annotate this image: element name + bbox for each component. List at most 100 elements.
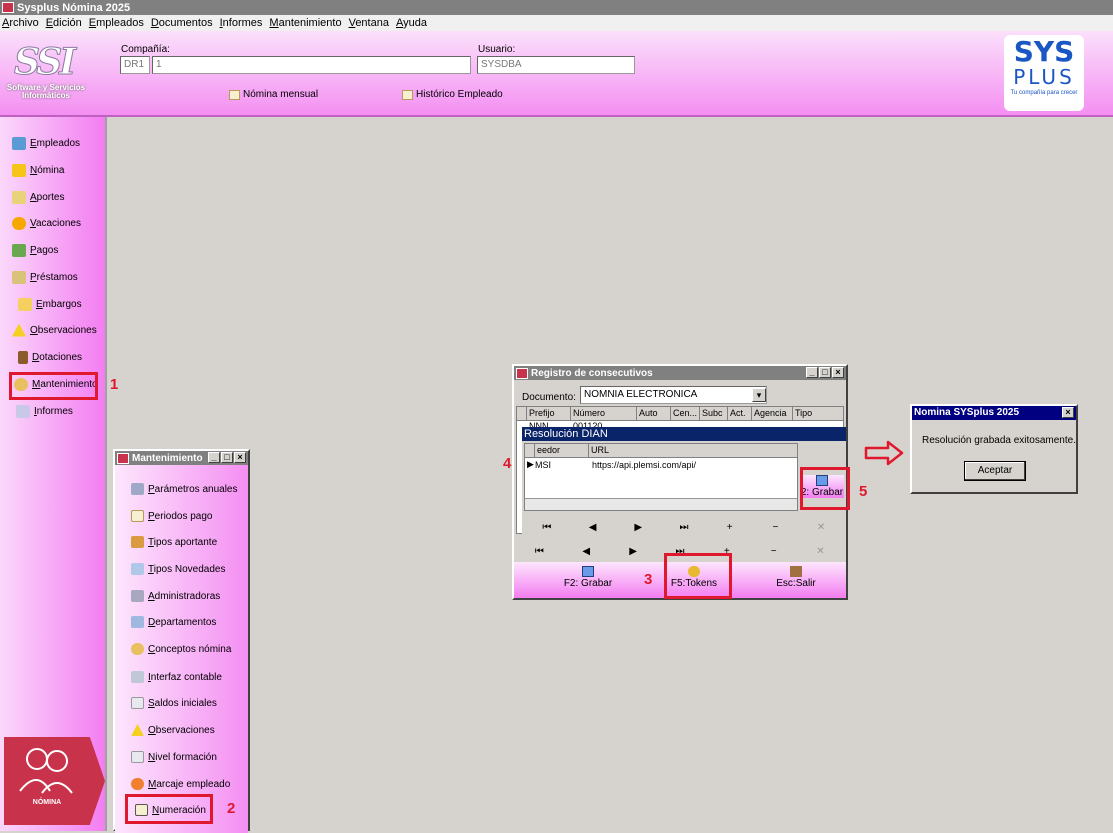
app-titlebar: Sysplus Nómina 2025 — [0, 0, 1113, 15]
dian-row-url[interactable]: https://api.plemsi.com/api/ — [592, 460, 696, 470]
contributions-icon — [12, 190, 26, 204]
mant-item-tipos-novedades[interactable]: Tipos Novedades — [131, 560, 225, 578]
company-name-field[interactable]: 1 — [152, 56, 471, 74]
menu-informes[interactable]: Informes — [220, 17, 263, 29]
mant-item-departamentos[interactable]: Departamentos — [131, 613, 216, 631]
sidebar-item-observaciones[interactable]: Observaciones — [12, 321, 97, 339]
ssi-logo-subtitle: Software y Servicios Informáticos — [6, 83, 86, 100]
col-proveedor: eedor — [535, 444, 589, 458]
ssi-logo-text: SSI — [13, 41, 76, 84]
close-icon[interactable]: × — [234, 452, 246, 463]
documento-select[interactable]: NOMNIA ELECTRONICA — [580, 386, 767, 404]
mant-item-interfaz-contable[interactable]: Interfaz contable — [131, 668, 222, 686]
menu-bar: Archivo Edición Empleados Documentos Inf… — [0, 15, 1113, 31]
minimize-icon[interactable]: _ — [806, 367, 818, 378]
education-icon — [131, 751, 144, 763]
ssi-logo: SSI Software y Servicios Informáticos — [4, 41, 88, 115]
minimize-icon[interactable]: _ — [208, 452, 220, 463]
sidebar-item-empleados[interactable]: Empleados — [12, 134, 80, 152]
next-record-icon[interactable]: ▶ — [626, 522, 650, 533]
next-record-icon[interactable]: ▶ — [621, 546, 645, 557]
menu-documentos[interactable]: Documentos — [151, 17, 213, 29]
grabar-label: F2: Grabar — [563, 578, 613, 589]
dian-row-provider[interactable]: MSI — [535, 460, 551, 470]
last-record-icon[interactable]: ⏭ — [672, 522, 696, 533]
prev-record-icon[interactable]: ◀ — [574, 546, 598, 557]
delete-record-icon[interactable]: − — [762, 546, 786, 557]
delete-record-icon[interactable]: − — [763, 522, 787, 533]
sysplus-logo: SYS PLUS Tu compañía para crecer — [1004, 35, 1084, 111]
message-dialog: Nomina SYSplus 2025 × Resolución grabada… — [910, 404, 1078, 494]
chevron-down-icon[interactable]: ▾ — [752, 388, 766, 402]
aceptar-button[interactable]: Aceptar — [964, 461, 1026, 481]
mant-item-marcaje[interactable]: Marcaje empleado — [131, 775, 230, 793]
cancel-record-icon[interactable]: ✕ — [808, 546, 832, 557]
mant-item-administradoras[interactable]: Administradoras — [131, 587, 220, 605]
col-subc: Subc — [700, 407, 728, 421]
add-record-icon[interactable]: + — [718, 522, 742, 533]
menu-edicion[interactable]: Edición — [46, 17, 82, 29]
department-icon — [131, 616, 144, 628]
menu-ayuda[interactable]: Ayuda — [396, 17, 427, 29]
employees-icon — [12, 136, 26, 150]
nomina-mensual-link[interactable]: Nómina mensual — [229, 89, 318, 100]
mant-item-conceptos[interactable]: Conceptos nómina — [131, 640, 231, 658]
document-icon — [229, 89, 240, 100]
mant-item-observaciones[interactable]: Observaciones — [131, 721, 215, 739]
sun-icon — [12, 216, 26, 230]
company-code-field[interactable]: DR1 — [120, 56, 150, 74]
user-field[interactable]: SYSDBA — [477, 56, 635, 74]
people-icon — [19, 748, 73, 794]
mant-item-tipos-aportante[interactable]: Tipos aportante — [131, 533, 217, 551]
prev-record-icon[interactable]: ◀ — [581, 522, 605, 533]
sidebar-item-prestamos[interactable]: Préstamos — [12, 268, 78, 286]
sidebar-item-aportes[interactable]: Aportes — [12, 188, 64, 206]
maximize-icon[interactable]: □ — [819, 367, 831, 378]
historico-empleado-label: Histórico Empleado — [416, 89, 503, 100]
first-record-icon[interactable]: ⏮ — [535, 522, 559, 533]
col-agencia: Agencia — [752, 407, 793, 421]
sidebar-item-nomina[interactable]: Nómina — [12, 161, 64, 179]
balance-icon — [131, 697, 144, 709]
sidebar-item-informes[interactable]: Informes — [16, 402, 73, 420]
sidebar-item-pagos[interactable]: Pagos — [12, 241, 58, 259]
company-label: Compañía: — [121, 44, 170, 55]
sysplus-logo-sys: SYS — [1013, 35, 1075, 68]
nomina-badge: NÓMINA — [4, 737, 105, 825]
dian-title: Resolución DIAN — [524, 428, 608, 440]
sidebar-item-dotaciones[interactable]: Dotaciones — [18, 348, 82, 366]
mant-item-saldos[interactable]: Saldos iniciales — [131, 694, 217, 712]
close-icon[interactable]: × — [832, 367, 844, 378]
menu-archivo[interactable]: Archivo — [2, 17, 39, 29]
cancel-record-icon[interactable]: ✕ — [809, 522, 833, 533]
highlight-box-1 — [9, 372, 98, 400]
horizontal-scrollbar[interactable] — [525, 498, 797, 510]
first-record-icon[interactable]: ⏮ — [527, 546, 551, 557]
header: SSI Software y Servicios Informáticos Co… — [0, 31, 1113, 117]
warning-icon — [131, 724, 144, 736]
window-controls: _ □ × — [805, 367, 844, 378]
historico-empleado-link[interactable]: Histórico Empleado — [402, 89, 503, 100]
dian-titlebar: Resolución DIAN — [522, 427, 846, 441]
salir-label: Esc:Salir — [776, 578, 816, 589]
sidebar-item-embargos[interactable]: Embargos — [18, 295, 82, 313]
highlight-box-2 — [125, 794, 213, 824]
sidebar-item-vacaciones[interactable]: Vacaciones — [12, 214, 81, 232]
salir-button[interactable]: Esc:Salir — [768, 566, 824, 589]
menu-mantenimiento[interactable]: Mantenimiento — [269, 17, 341, 29]
menu-empleados[interactable]: Empleados — [89, 17, 144, 29]
mant-item-nivel-formacion[interactable]: Nivel formación — [131, 748, 217, 766]
mantenimiento-title: Mantenimiento — [132, 452, 203, 464]
mant-item-parametros[interactable]: Parámetros anuales — [131, 480, 238, 498]
news-icon — [131, 563, 144, 575]
grabar-button[interactable]: F2: Grabar — [558, 566, 618, 589]
maximize-icon[interactable]: □ — [221, 452, 233, 463]
mantenimiento-list: Parámetros anuales Periodos pago Tipos a… — [115, 465, 248, 833]
close-icon[interactable]: × — [1062, 407, 1074, 418]
grid-corner — [525, 444, 535, 458]
menu-ventana[interactable]: Ventana — [349, 17, 389, 29]
gear-icon — [131, 643, 144, 655]
mant-item-periodos[interactable]: Periodos pago — [131, 507, 213, 525]
window-controls: _ □ × — [207, 452, 246, 463]
printer-icon — [16, 404, 30, 418]
